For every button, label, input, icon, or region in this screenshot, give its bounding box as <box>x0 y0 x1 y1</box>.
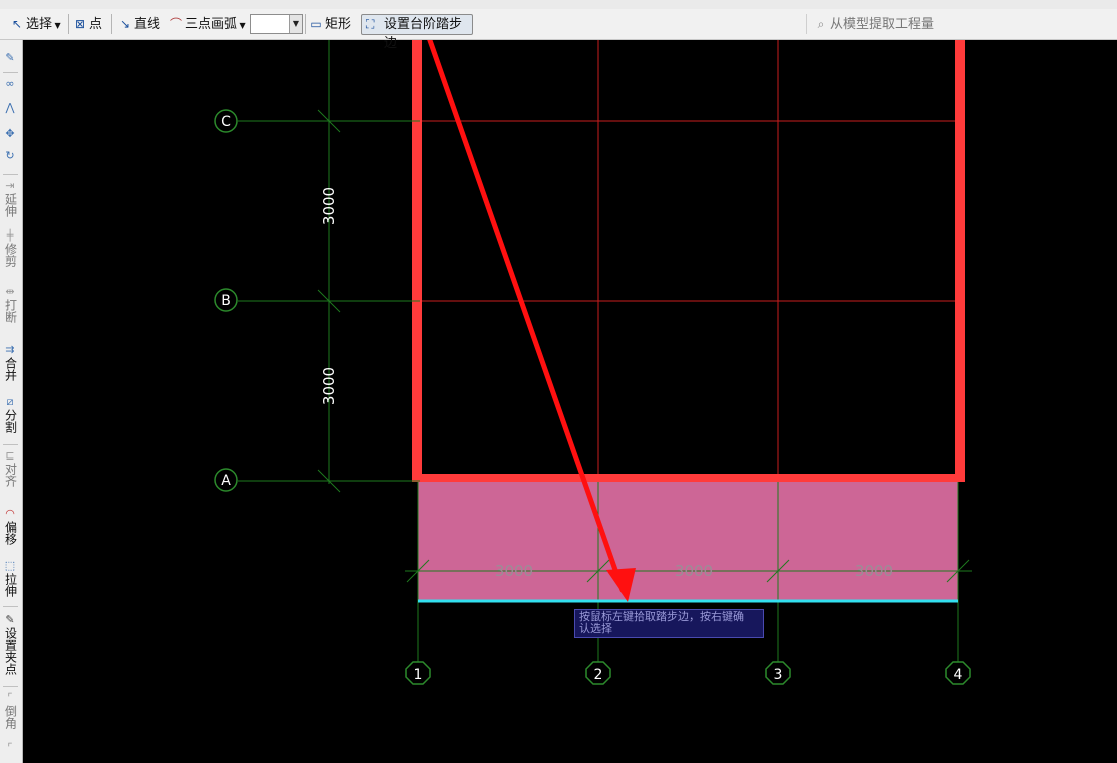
line-tool[interactable]: ↘ 直线 <box>118 14 160 34</box>
edit-sidebar: ✎ ∞ ⋀ ✥ ↻ ⇥ 延伸 ╪ 修剪 ⇹ 打断 ⇉ 合并 ⧄ 分割 ⊑ 对齐 ◠ 偏移 ⬚ 拉… <box>0 40 23 763</box>
trim-icon: ╪ <box>6 229 14 242</box>
grid-lines <box>420 40 958 478</box>
toolbar-separator <box>305 14 306 34</box>
step-edge-icon: ⛶ <box>366 17 375 31</box>
axis-label: 3 <box>774 667 783 683</box>
sidebar-separator <box>3 606 18 607</box>
stretch-icon: ⬚ <box>4 559 16 572</box>
set-grip-tool[interactable]: ✎ 设置夹点 <box>0 614 20 678</box>
extend-icon: ⇥ <box>5 179 15 192</box>
set-step-edge-button[interactable]: ⛶ 设置台阶踏步边 <box>361 14 473 51</box>
sidebar-separator <box>3 444 18 445</box>
extract-quantity-button[interactable]: ⌕ 从模型提取工程量 <box>814 14 934 34</box>
chevron-down-icon: ▼ <box>289 15 302 33</box>
fillet-icon: ⌜ <box>7 741 13 754</box>
wall-right[interactable] <box>955 40 965 481</box>
offset-tool[interactable]: ◠ 偏移 <box>0 508 20 548</box>
axis-label: 1 <box>414 667 423 683</box>
rectangle-icon: ▭ <box>310 17 322 31</box>
step-region[interactable] <box>418 480 958 600</box>
dim-text: 3000 <box>855 562 893 580</box>
point-tool[interactable]: ⊠ 点 <box>73 14 102 34</box>
brush-icon: ✎ <box>5 51 15 64</box>
sidebar-separator <box>3 72 18 73</box>
split-tool[interactable]: ⧄ 分割 <box>0 396 20 436</box>
sidebar-separator <box>3 174 18 175</box>
magnifier-icon: ⌕ <box>817 17 825 31</box>
axis-label: A <box>221 473 231 489</box>
merge-tool[interactable]: ⇉ 合并 <box>0 344 20 384</box>
axis-label: C <box>221 114 231 130</box>
move-tool[interactable]: ✥ <box>0 128 20 141</box>
column-axis-markers: 1 2 3 4 <box>405 661 971 685</box>
dim-text: 3000 <box>320 187 338 225</box>
arc-option-select[interactable]: ▼ <box>250 14 303 34</box>
wall-left[interactable] <box>412 40 422 481</box>
mirror-tool[interactable]: ⋀ <box>0 102 20 115</box>
wall-bottom[interactable] <box>412 474 965 482</box>
grip-pen-icon: ✎ <box>5 613 15 626</box>
axis-label: B <box>221 293 231 309</box>
drawing-toolbar: ↖ 选择 ▼ ⊠ 点 ↘ 直线 ⌒ 三点画弧 ▼ ▼ ▭ 矩形 ⛶ 设置台阶踏步边 ⌕ 从模… <box>0 9 1117 51</box>
chamfer-tool[interactable]: ⌜ 倒角 <box>0 692 20 732</box>
offset-icon: ◠ <box>5 507 15 520</box>
dim-text: 3000 <box>320 367 338 405</box>
walls[interactable] <box>412 40 965 482</box>
align-icon: ⊑ <box>5 449 15 462</box>
select-tool[interactable]: ↖ 选择 ▼ <box>10 14 61 34</box>
rectangle-tool[interactable]: ▭ 矩形 <box>309 14 351 34</box>
axis-label: 4 <box>954 667 963 683</box>
arc-icon: ⌒ <box>169 17 182 31</box>
align-tool[interactable]: ⊑ 对齐 <box>0 450 20 490</box>
line-icon: ↘ <box>119 17 131 31</box>
hint-tooltip: 按鼠标左键拾取踏步边，按右键确 认选择 <box>574 609 764 638</box>
axis-label: 2 <box>594 667 603 683</box>
toolbar-separator <box>111 14 112 34</box>
break-tool[interactable]: ⇹ 打断 <box>0 286 20 326</box>
mirror-icon: ⋀ <box>5 101 15 114</box>
cursor-arrow-icon: ↖ <box>11 17 23 31</box>
extend-tool[interactable]: ⇥ 延伸 <box>0 180 20 220</box>
fillet-tool[interactable]: ⌜ <box>0 742 20 755</box>
dim-text: 3000 <box>495 562 533 580</box>
dropdown-arrow-icon: ▼ <box>52 21 61 30</box>
trim-tool[interactable]: ╪ 修剪 <box>0 230 20 270</box>
row-axis-markers: C B A <box>214 109 238 492</box>
top-menu-strip <box>0 0 1117 9</box>
hint-tooltip-line: 认选择 <box>579 622 612 635</box>
brush-tool[interactable]: ✎ <box>0 52 20 65</box>
dim-text: 3000 <box>675 562 713 580</box>
dropdown-arrow-icon: ▼ <box>237 21 246 30</box>
copy-circles-icon: ∞ <box>5 77 15 90</box>
stretch-tool[interactable]: ⬚ 拉伸 <box>0 560 20 600</box>
drawing-canvas[interactable]: 3000 3000 3000 3000 3000 C B A 1 2 3 4 <box>23 40 1117 763</box>
split-icon: ⧄ <box>6 395 14 408</box>
move-icon: ✥ <box>5 127 15 140</box>
toolbar-separator <box>806 14 807 34</box>
merge-icon: ⇉ <box>5 343 15 356</box>
toolbar-separator <box>68 14 69 34</box>
sidebar-separator <box>3 686 18 687</box>
copy-tool[interactable]: ∞ <box>0 78 20 91</box>
rotate-tool[interactable]: ↻ <box>0 150 20 163</box>
point-box-icon: ⊠ <box>74 17 86 31</box>
arc-tool[interactable]: ⌒ 三点画弧 ▼ <box>169 14 246 34</box>
rotate-icon: ↻ <box>5 149 15 162</box>
break-icon: ⇹ <box>5 285 15 298</box>
chamfer-icon: ⌜ <box>7 691 13 704</box>
